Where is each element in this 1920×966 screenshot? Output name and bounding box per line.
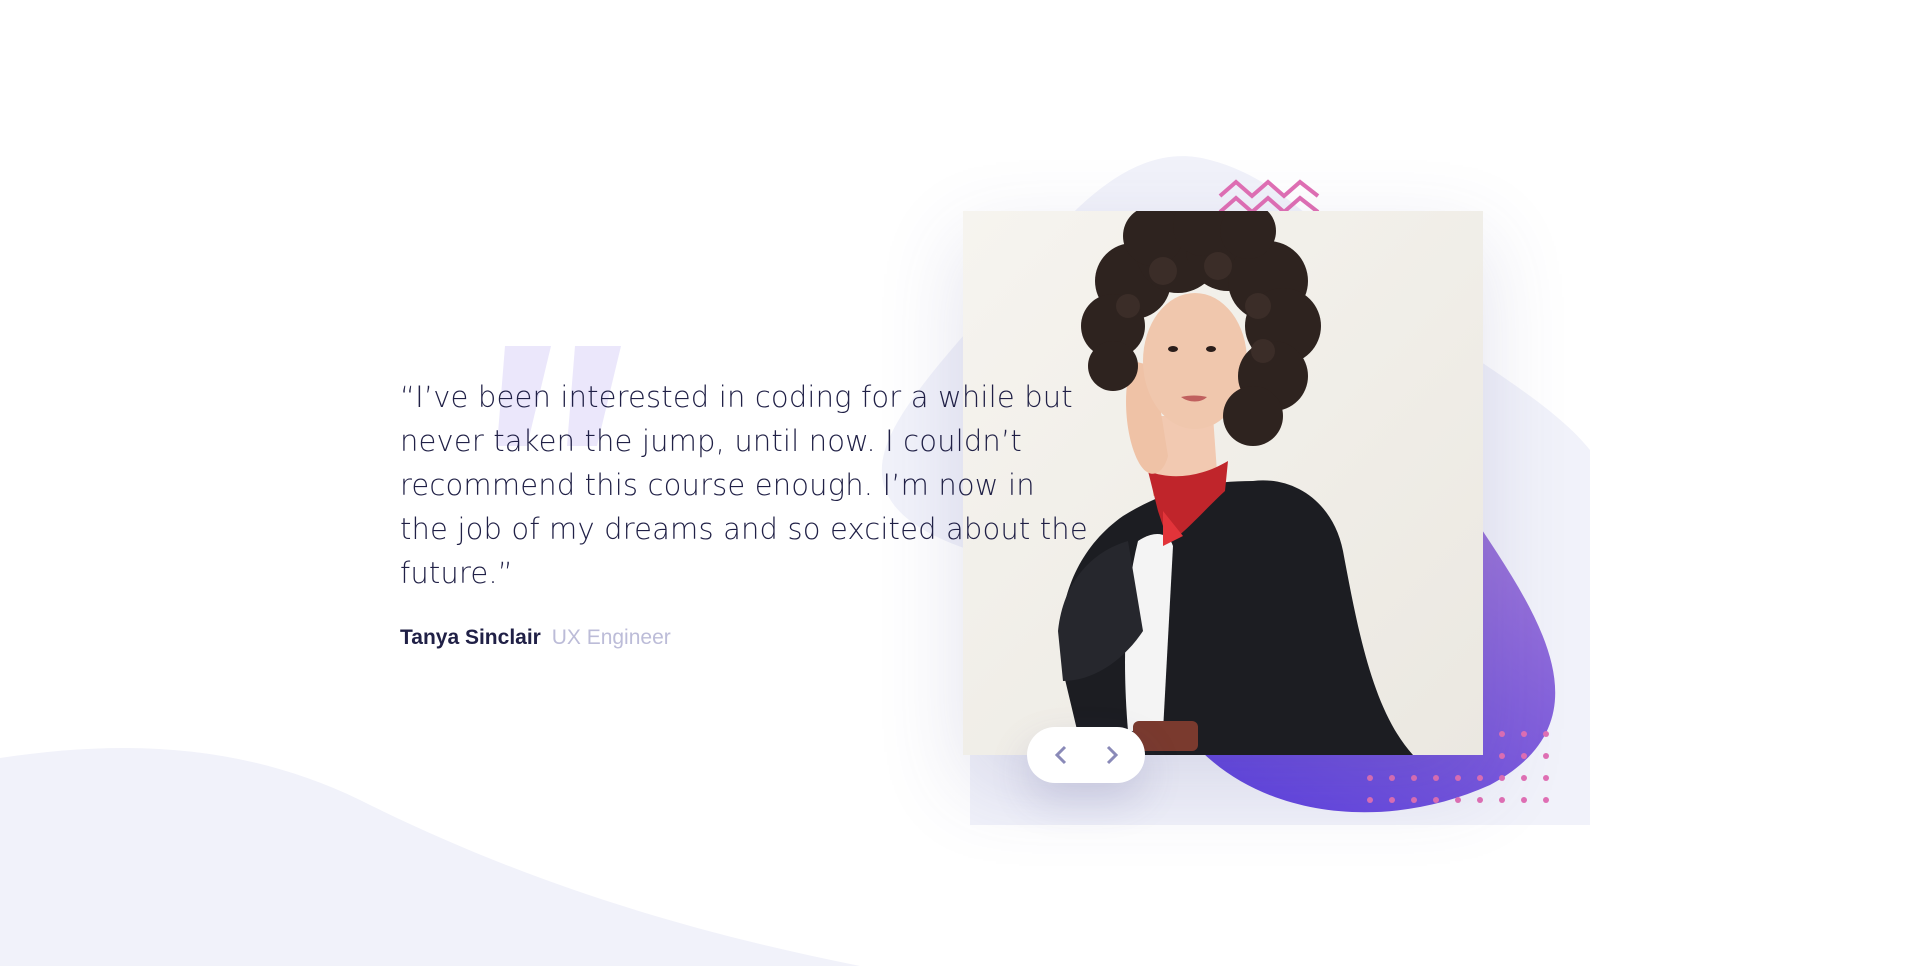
slider-navigation [1027,727,1145,783]
author-role: UX Engineer [551,626,671,649]
testimonial-attribution: Tanya Sinclair UX Engineer [400,625,1090,651]
chevron-left-icon [1054,745,1066,765]
next-button[interactable] [1092,735,1132,775]
testimonial-content: “I’ve been interested in coding for a wh… [400,375,1090,651]
author-name: Tanya Sinclair [400,626,541,649]
previous-button[interactable] [1041,735,1081,775]
testimonial-quote: “I’ve been interested in coding for a wh… [400,380,1088,590]
chevron-right-icon [1106,745,1118,765]
